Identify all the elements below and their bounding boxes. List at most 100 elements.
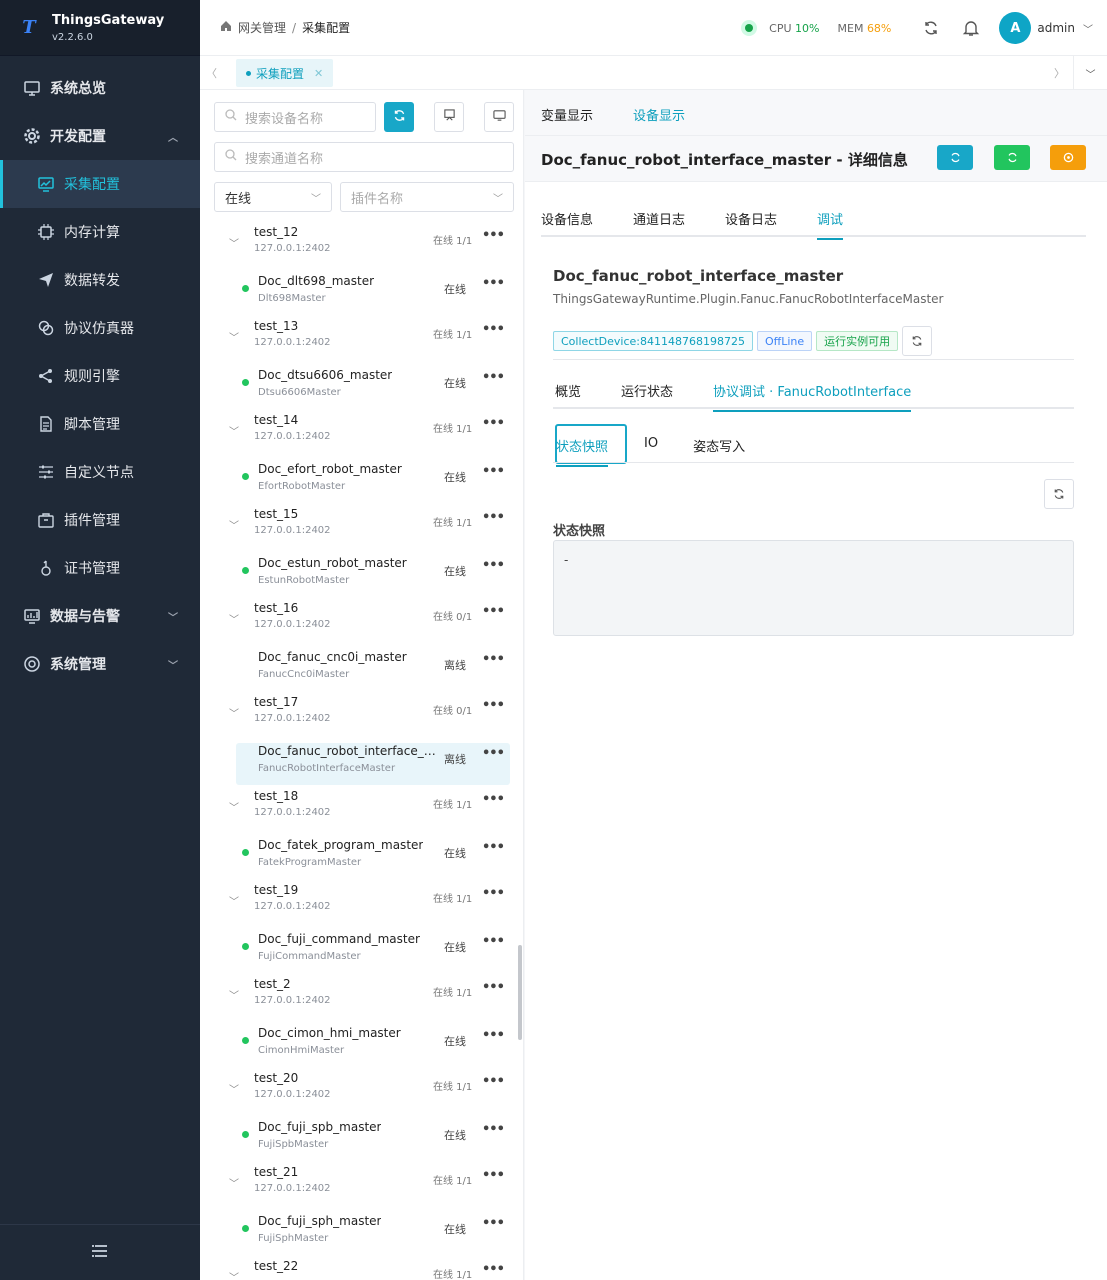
- channel-search-input[interactable]: 搜索通道名称: [214, 142, 514, 172]
- more-icon[interactable]: •••: [482, 276, 505, 291]
- more-icon[interactable]: •••: [482, 934, 505, 949]
- more-icon[interactable]: •••: [482, 228, 505, 243]
- more-icon[interactable]: •••: [482, 558, 505, 573]
- more-icon[interactable]: •••: [482, 604, 505, 619]
- chevron-down-icon[interactable]: ﹀: [229, 799, 239, 814]
- home-icon[interactable]: [220, 20, 232, 35]
- more-icon[interactable]: •••: [482, 322, 505, 337]
- chevron-down-icon[interactable]: ﹀: [229, 1175, 239, 1190]
- chevron-down-icon[interactable]: ﹀: [229, 329, 239, 344]
- device-row[interactable]: Doc_fanuc_cnc0i_master FanucCnc0iMaster 离线…: [200, 648, 518, 695]
- display-mode-button[interactable]: [484, 102, 514, 132]
- close-icon[interactable]: ✕: [314, 67, 323, 80]
- sidebar-item-system-manage[interactable]: 系统管理 ﹀: [0, 640, 200, 688]
- chevron-right-icon[interactable]: 〉: [1054, 65, 1065, 81]
- more-icon[interactable]: •••: [482, 1168, 505, 1183]
- sidebar-item-data-alarm[interactable]: 数据与告警 ﹀: [0, 592, 200, 640]
- status-filter-select[interactable]: 在线 ﹀: [214, 182, 332, 212]
- more-icon[interactable]: •••: [482, 652, 505, 667]
- tab-run-status[interactable]: 运行状态: [621, 381, 673, 400]
- more-icon[interactable]: •••: [482, 746, 505, 761]
- device-row[interactable]: Doc_efort_robot_master EfortRobotMaster 在线…: [200, 460, 518, 507]
- tab-device-info[interactable]: 设备信息: [541, 209, 593, 228]
- more-icon[interactable]: •••: [482, 698, 505, 713]
- more-icon[interactable]: •••: [482, 1122, 505, 1137]
- device-row[interactable]: Doc_dlt698_master Dlt698Master 在线 •••: [200, 272, 518, 319]
- sidebar-collapse-button[interactable]: [0, 1224, 200, 1280]
- channel-row[interactable]: ﹀ test_13 127.0.0.1:2402 在线 1/1 •••: [200, 319, 518, 366]
- more-icon[interactable]: •••: [482, 370, 505, 385]
- device-row[interactable]: Doc_fuji_spb_master FujiSpbMaster 在线 •••: [200, 1118, 518, 1165]
- avatar[interactable]: A: [999, 12, 1032, 44]
- sidebar-item-plugin-manage[interactable]: 插件管理: [0, 496, 200, 544]
- tab-pose-write[interactable]: 姿态写入: [693, 436, 745, 455]
- channel-row[interactable]: ﹀ test_12 127.0.0.1:2402 在线 1/1 •••: [200, 225, 518, 272]
- channel-row[interactable]: ﹀ test_17 127.0.0.1:2402 在线 0/1 •••: [200, 695, 518, 742]
- channel-row[interactable]: ﹀ test_19 127.0.0.1:2402 在线 1/1 •••: [200, 883, 518, 930]
- tab-overview[interactable]: 概览: [555, 381, 581, 400]
- channel-row[interactable]: ﹀ test_16 127.0.0.1:2402 在线 0/1 •••: [200, 601, 518, 648]
- more-icon[interactable]: •••: [482, 980, 505, 995]
- chevron-down-icon[interactable]: ﹀: [229, 987, 239, 1002]
- more-icon[interactable]: •••: [482, 416, 505, 431]
- pause-button[interactable]: [1050, 145, 1086, 170]
- more-icon[interactable]: •••: [482, 1028, 505, 1043]
- refresh-icon[interactable]: [913, 10, 949, 46]
- tab-protocol-debug[interactable]: 协议调试 · FanucRobotInterface: [713, 381, 912, 412]
- device-row[interactable]: Doc_fuji_command_master FujiCommandMaster…: [200, 930, 518, 977]
- chevron-down-icon[interactable]: ﹀: [229, 235, 239, 250]
- more-icon[interactable]: •••: [482, 1216, 505, 1231]
- chevron-down-icon[interactable]: ﹀: [229, 893, 239, 908]
- more-icon[interactable]: •••: [482, 510, 505, 525]
- channel-row[interactable]: ﹀ test_20 127.0.0.1:2402 在线 1/1 •••: [200, 1071, 518, 1118]
- collapse-tree-button[interactable]: [434, 102, 464, 132]
- channel-row[interactable]: ﹀ test_18 127.0.0.1:2402 在线 1/1 •••: [200, 789, 518, 836]
- sidebar-item-script-manage[interactable]: 脚本管理: [0, 400, 200, 448]
- sidebar-item-rule-engine[interactable]: 规则引擎: [0, 352, 200, 400]
- tab-dropdown-button[interactable]: ﹀: [1073, 56, 1107, 90]
- sidebar-item-collect-config[interactable]: 采集配置: [0, 160, 200, 208]
- device-search-input[interactable]: 搜索设备名称: [214, 102, 376, 132]
- sidebar-item-protocol-simulator[interactable]: 协议仿真器: [0, 304, 200, 352]
- tab-channel-log[interactable]: 通道日志: [633, 209, 685, 228]
- refresh-button[interactable]: [937, 145, 973, 170]
- chevron-down-icon[interactable]: ﹀: [1083, 21, 1093, 36]
- tab-variable-view[interactable]: 变量显示: [541, 105, 593, 124]
- username[interactable]: admin: [1037, 21, 1075, 35]
- tab-io[interactable]: IO: [644, 436, 658, 455]
- chevron-down-icon[interactable]: ﹀: [229, 1269, 239, 1280]
- device-refresh-button[interactable]: [902, 326, 933, 356]
- sidebar-item-memory-compute[interactable]: 内存计算: [0, 208, 200, 256]
- sidebar-item-data-forward[interactable]: 数据转发: [0, 256, 200, 304]
- chevron-left-icon[interactable]: 〈: [206, 65, 217, 81]
- sidebar-item-overview[interactable]: 系统总览: [0, 64, 200, 112]
- device-row[interactable]: Doc_fanuc_robot_interface_m... FanucRobot…: [200, 742, 518, 789]
- tree-scrollbar[interactable]: [518, 945, 522, 1040]
- more-icon[interactable]: •••: [482, 886, 505, 901]
- chevron-down-icon[interactable]: ﹀: [229, 705, 239, 720]
- tab-state-snapshot[interactable]: 状态快照: [556, 436, 609, 467]
- chevron-down-icon[interactable]: ﹀: [229, 611, 239, 626]
- device-row[interactable]: Doc_fatek_program_master FatekProgramMast…: [200, 836, 518, 883]
- channel-row[interactable]: ﹀ test_22 在线 1/1 •••: [200, 1259, 518, 1280]
- device-row[interactable]: Doc_dtsu6606_master Dtsu6606Master 在线 •••: [200, 366, 518, 413]
- more-icon[interactable]: •••: [482, 840, 505, 855]
- tab-device-log[interactable]: 设备日志: [725, 209, 777, 228]
- device-row[interactable]: Doc_cimon_hmi_master CimonHmiMaster 在线 •••: [200, 1024, 518, 1071]
- restart-button[interactable]: [994, 145, 1030, 170]
- more-icon[interactable]: •••: [482, 792, 505, 807]
- tab-collect-config[interactable]: 采集配置 ✕: [236, 59, 334, 87]
- chevron-down-icon[interactable]: ﹀: [229, 517, 239, 532]
- bell-icon[interactable]: [953, 10, 989, 46]
- channel-row[interactable]: ﹀ test_14 127.0.0.1:2402 在线 1/1 •••: [200, 413, 518, 460]
- channel-row[interactable]: ﹀ test_15 127.0.0.1:2402 在线 1/1 •••: [200, 507, 518, 554]
- device-row[interactable]: Doc_estun_robot_master EstunRobotMaster 在线…: [200, 554, 518, 601]
- tree-refresh-button[interactable]: [384, 102, 414, 132]
- channel-row[interactable]: ﹀ test_2 127.0.0.1:2402 在线 1/1 •••: [200, 977, 518, 1024]
- breadcrumb-item[interactable]: 网关管理: [238, 19, 286, 36]
- more-icon[interactable]: •••: [482, 1074, 505, 1089]
- device-row[interactable]: Doc_fuji_sph_master FujiSphMaster 在线 •••: [200, 1212, 518, 1259]
- tab-debug[interactable]: 调试: [817, 209, 844, 240]
- snapshot-refresh-button[interactable]: [1044, 479, 1074, 509]
- tab-device-view[interactable]: 设备显示: [633, 105, 686, 138]
